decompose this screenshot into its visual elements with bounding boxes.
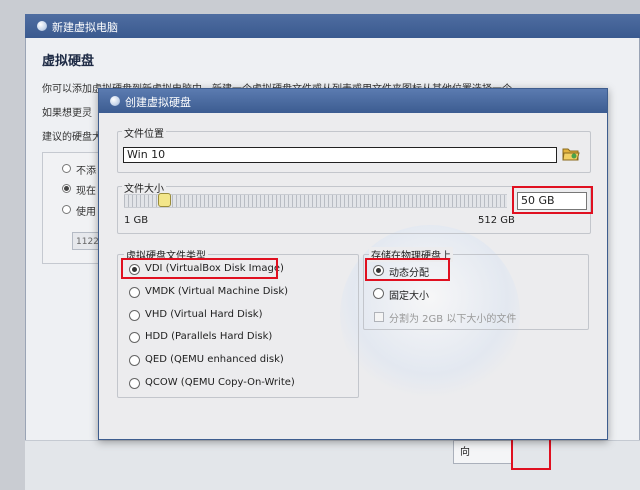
- page-heading: 虚拟硬盘: [42, 54, 95, 69]
- dynamic-highlight: [365, 258, 450, 281]
- radio-qcow-label: QCOW (QEMU Copy-On-Write): [145, 377, 295, 388]
- description-line-3: 建议的硬盘大: [42, 132, 102, 143]
- radio-create-disk-label: 现在: [76, 186, 96, 197]
- folder-open-icon[interactable]: [562, 145, 580, 163]
- radio-hdd-label: HDD (Parallels Hard Disk): [145, 331, 273, 342]
- background-wizard-title: 新建虚拟电脑: [52, 21, 118, 34]
- radio-use-existing-label: 使用: [76, 207, 96, 218]
- radio-no-disk[interactable]: [62, 164, 71, 173]
- radio-create-disk[interactable]: [62, 184, 71, 193]
- radio-vmdk-label: VMDK (Virtual Machine Disk): [145, 286, 289, 297]
- dialog-title: 创建虚拟硬盘: [125, 96, 191, 109]
- radio-vhd[interactable]: [129, 310, 140, 321]
- radio-fixed[interactable]: [373, 288, 384, 299]
- size-slider-track[interactable]: [124, 194, 507, 208]
- radio-fixed-label: 固定大小: [389, 291, 429, 302]
- virtualbox-orb-icon: [37, 21, 47, 31]
- radio-qcow[interactable]: [129, 378, 140, 389]
- radio-vmdk[interactable]: [129, 287, 140, 298]
- vdi-highlight: [121, 258, 278, 279]
- radio-no-disk-label: 不添: [76, 166, 96, 177]
- size-slider-thumb[interactable]: [158, 193, 171, 207]
- file-location-input[interactable]: Win 10: [123, 147, 557, 163]
- radio-use-existing[interactable]: [62, 205, 71, 214]
- size-input-highlight: [512, 186, 593, 214]
- split-files-checkbox[interactable]: [374, 312, 384, 322]
- radio-qed[interactable]: [129, 355, 140, 366]
- description-line-2: 如果想更灵: [42, 108, 92, 119]
- size-max-label: 512 GB: [478, 215, 515, 226]
- radio-hdd[interactable]: [129, 332, 140, 343]
- file-location-label: 文件位置: [122, 125, 166, 140]
- next-button[interactable]: 向: [453, 440, 513, 464]
- virtualbox-orb-icon: [110, 96, 120, 106]
- radio-qed-label: QED (QEMU enhanced disk): [145, 354, 284, 365]
- split-files-label: 分割为 2GB 以下大小的文件: [389, 314, 517, 325]
- size-min-label: 1 GB: [124, 215, 149, 226]
- radio-vhd-label: VHD (Virtual Hard Disk): [145, 309, 263, 320]
